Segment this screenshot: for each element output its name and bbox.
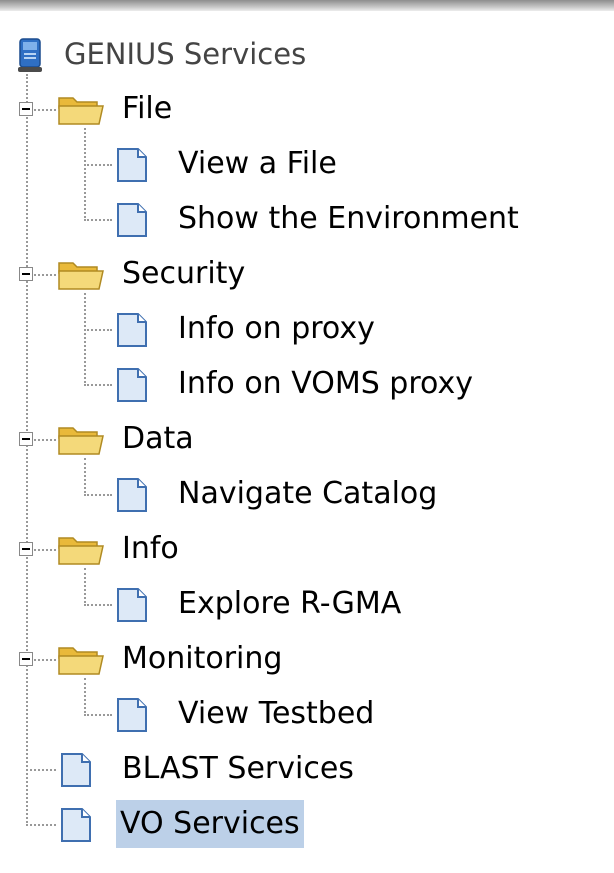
tree-item-show-the-environment[interactable]: Show the Environment [0,195,600,243]
tree-item-vo-services[interactable]: VO Services [0,800,360,848]
tree-item-label: Info on proxy [178,311,375,346]
tree-folder-label: Monitoring [122,641,283,676]
document-icon [112,367,154,403]
tree-item-label: View Testbed [178,696,375,731]
folder-open-icon [56,92,108,126]
computer-icon [14,38,46,74]
document-icon [112,697,154,733]
document-icon [56,807,98,843]
tree-folder-label: File [122,91,173,126]
tree-folder-monitoring[interactable]: Monitoring [0,635,400,683]
tree-item-label: Explore R-GMA [178,586,402,621]
tree-item-label: Navigate Catalog [178,476,438,511]
tree-folder-file[interactable]: File [0,85,400,133]
document-icon [56,752,98,788]
folder-open-icon [56,257,108,291]
tree-item-label: View a File [178,146,337,181]
tree-item-label: Show the Environment [178,201,519,236]
tree-item-view-a-file[interactable]: View a File [0,140,420,188]
tree-folder-info[interactable]: Info [0,525,400,573]
tree-item-label: Info on VOMS proxy [178,366,473,401]
tree-folder-security[interactable]: Security [0,250,400,298]
folder-open-icon [56,642,108,676]
tree-root-label: GENIUS Services [64,37,307,71]
document-icon [112,202,154,238]
tree-item-explore-r-gma[interactable]: Explore R-GMA [0,580,480,628]
tree-item-info-on-voms-proxy[interactable]: Info on VOMS proxy [0,360,560,408]
folder-open-icon [56,532,108,566]
tree-item-blast-services[interactable]: BLAST Services [0,745,420,793]
tree-item-label: BLAST Services [122,751,354,786]
tree-root-genius-services[interactable]: GENIUS Services [0,30,400,78]
tree-folder-label: Data [122,421,194,456]
tree-folder-data[interactable]: Data [0,415,400,463]
tree-folder-label: Security [122,256,246,291]
document-icon [112,312,154,348]
folder-open-icon [56,422,108,456]
tree-item-label-selected: VO Services [116,800,304,848]
document-icon [112,477,154,513]
tree-folder-label: Info [122,531,179,566]
tree-item-info-on-proxy[interactable]: Info on proxy [0,305,440,353]
document-icon [112,587,154,623]
document-icon [112,147,154,183]
services-tree: GENIUS Services File View a File Show th [0,0,614,873]
tree-item-navigate-catalog[interactable]: Navigate Catalog [0,470,520,518]
tree-item-view-testbed[interactable]: View Testbed [0,690,460,738]
